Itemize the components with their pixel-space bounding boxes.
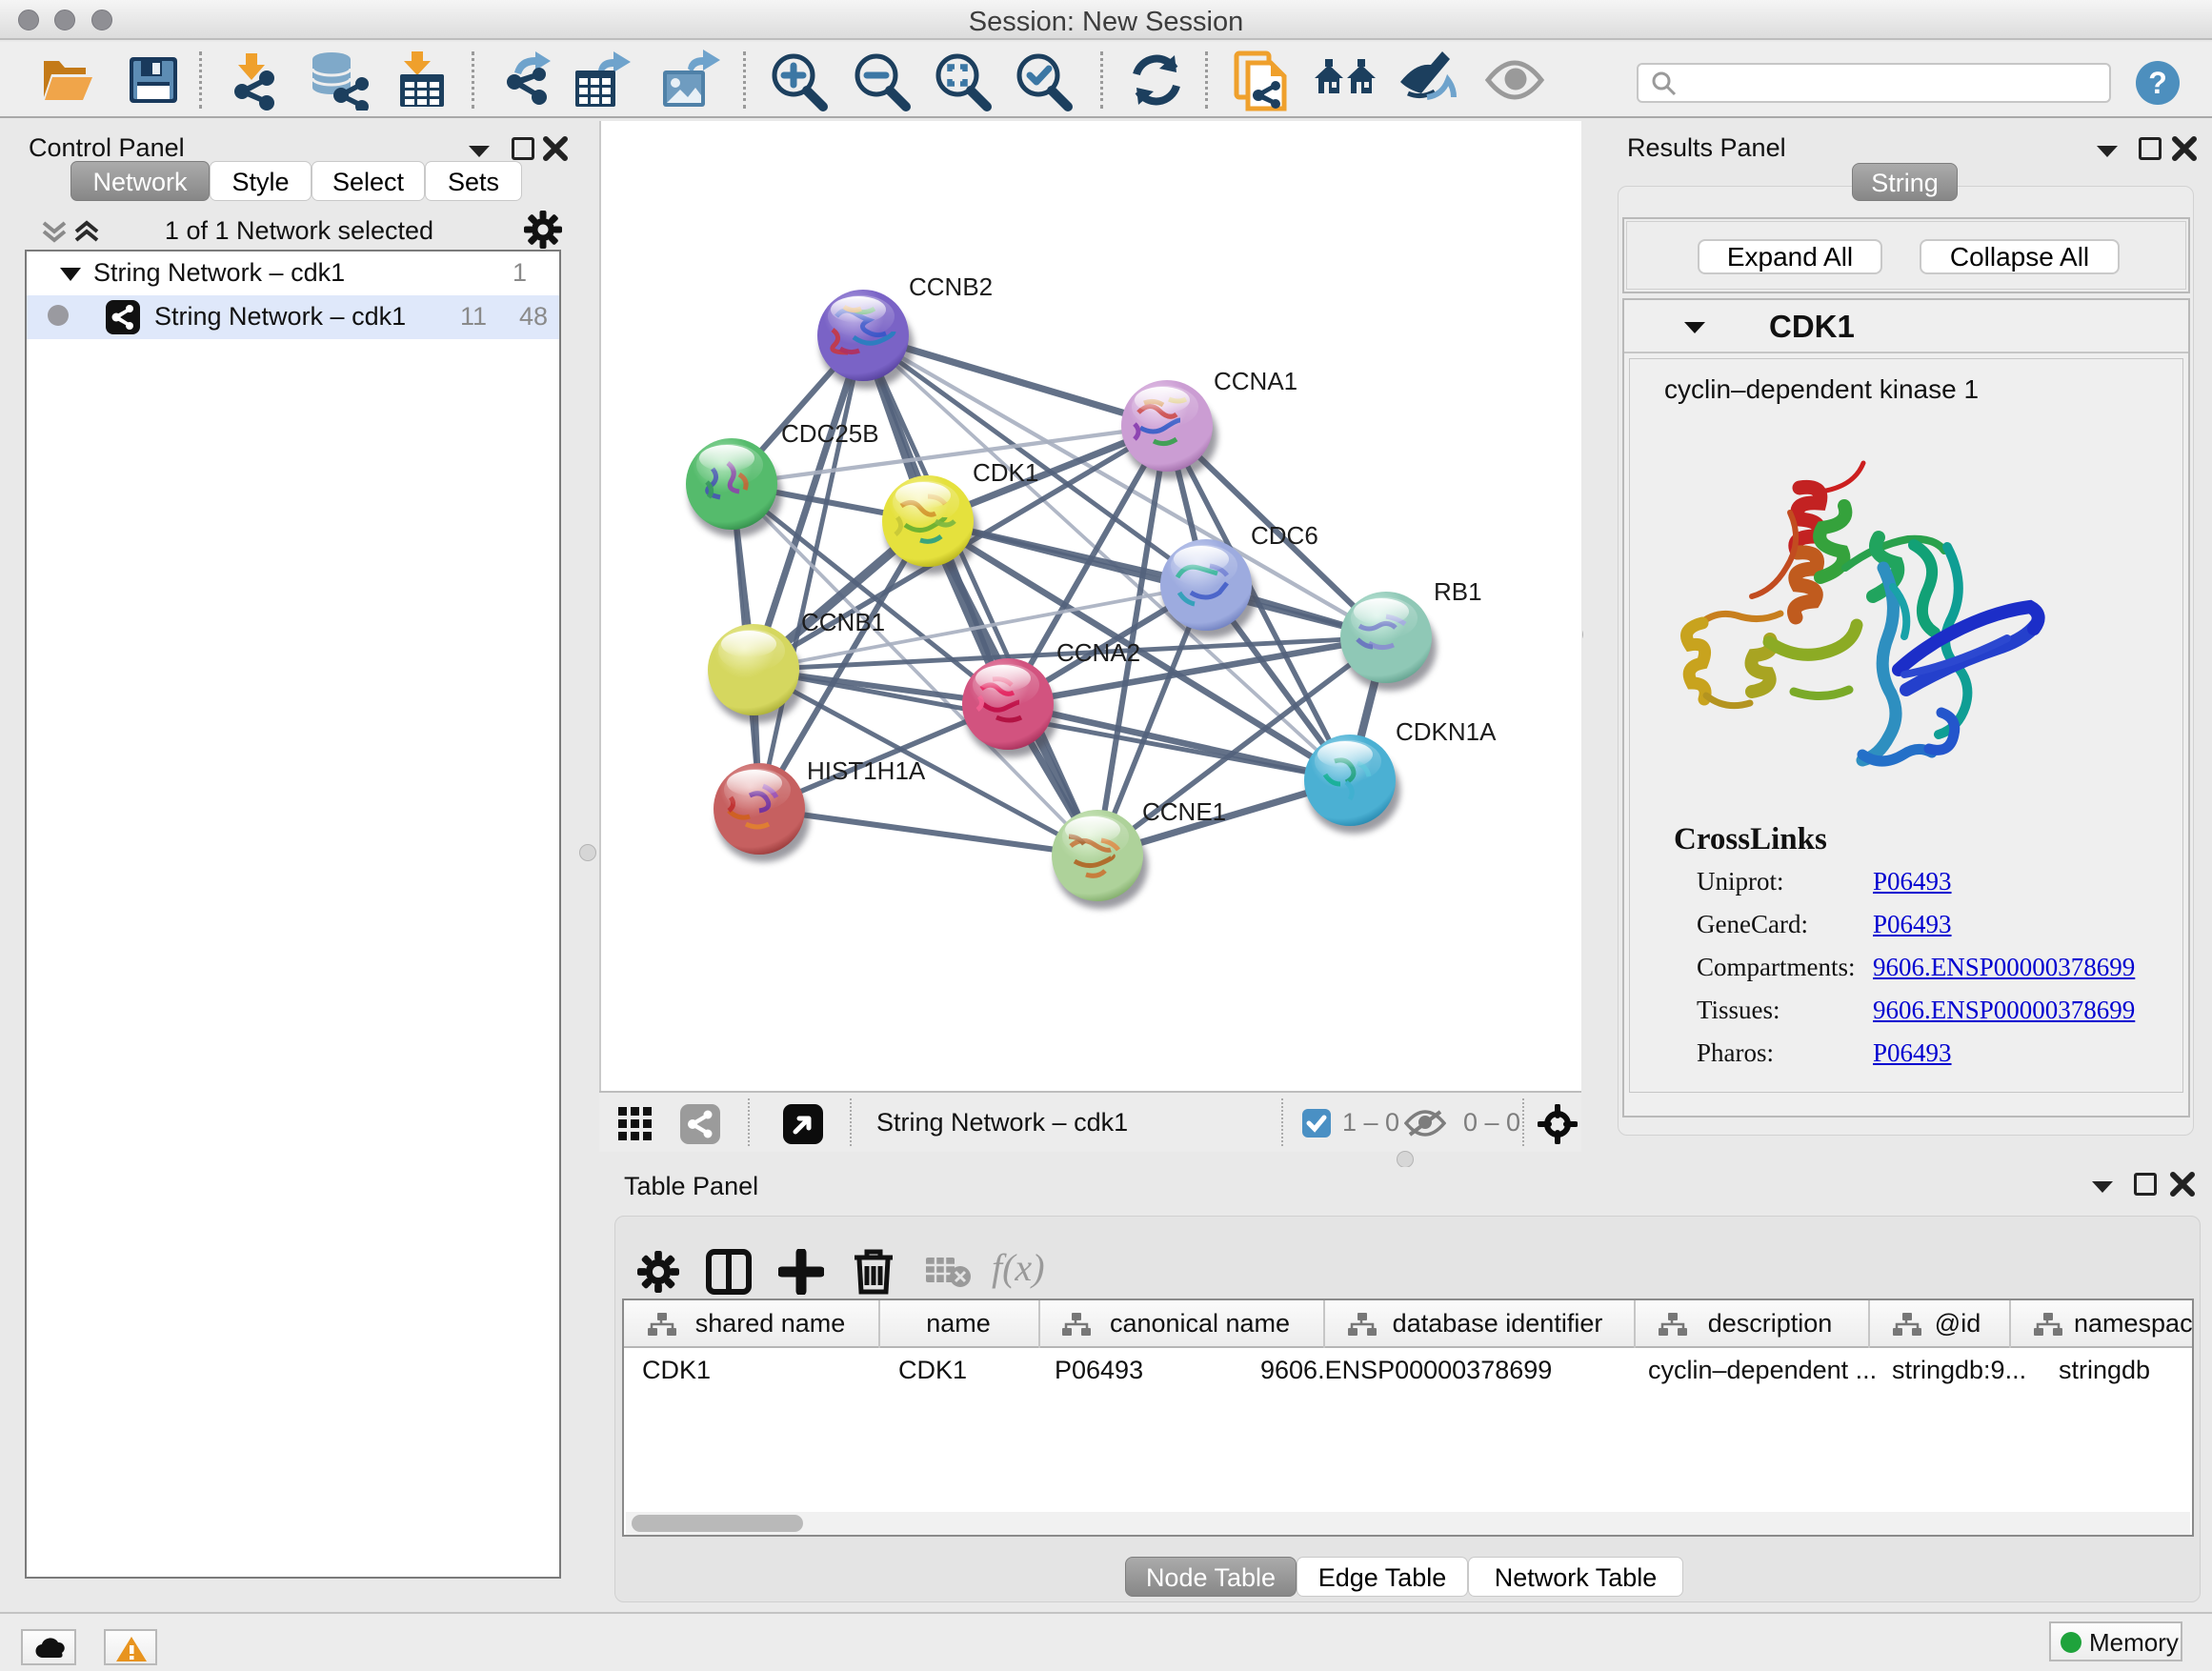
- svg-text:CCNB1: CCNB1: [801, 608, 885, 636]
- svg-text:CCNB2: CCNB2: [909, 272, 993, 301]
- svg-text:RB1: RB1: [1434, 577, 1482, 606]
- svg-text:CDC6: CDC6: [1251, 521, 1318, 550]
- svg-text:CCNA1: CCNA1: [1214, 367, 1297, 395]
- svg-text:CDKN1A: CDKN1A: [1396, 717, 1497, 746]
- svg-text:CDC25B: CDC25B: [781, 419, 879, 448]
- svg-text:HIST1H1A: HIST1H1A: [807, 756, 926, 785]
- svg-text:CCNE1: CCNE1: [1142, 797, 1226, 826]
- svg-text:CCNA2: CCNA2: [1056, 638, 1140, 667]
- svg-text:CDK1: CDK1: [973, 458, 1038, 487]
